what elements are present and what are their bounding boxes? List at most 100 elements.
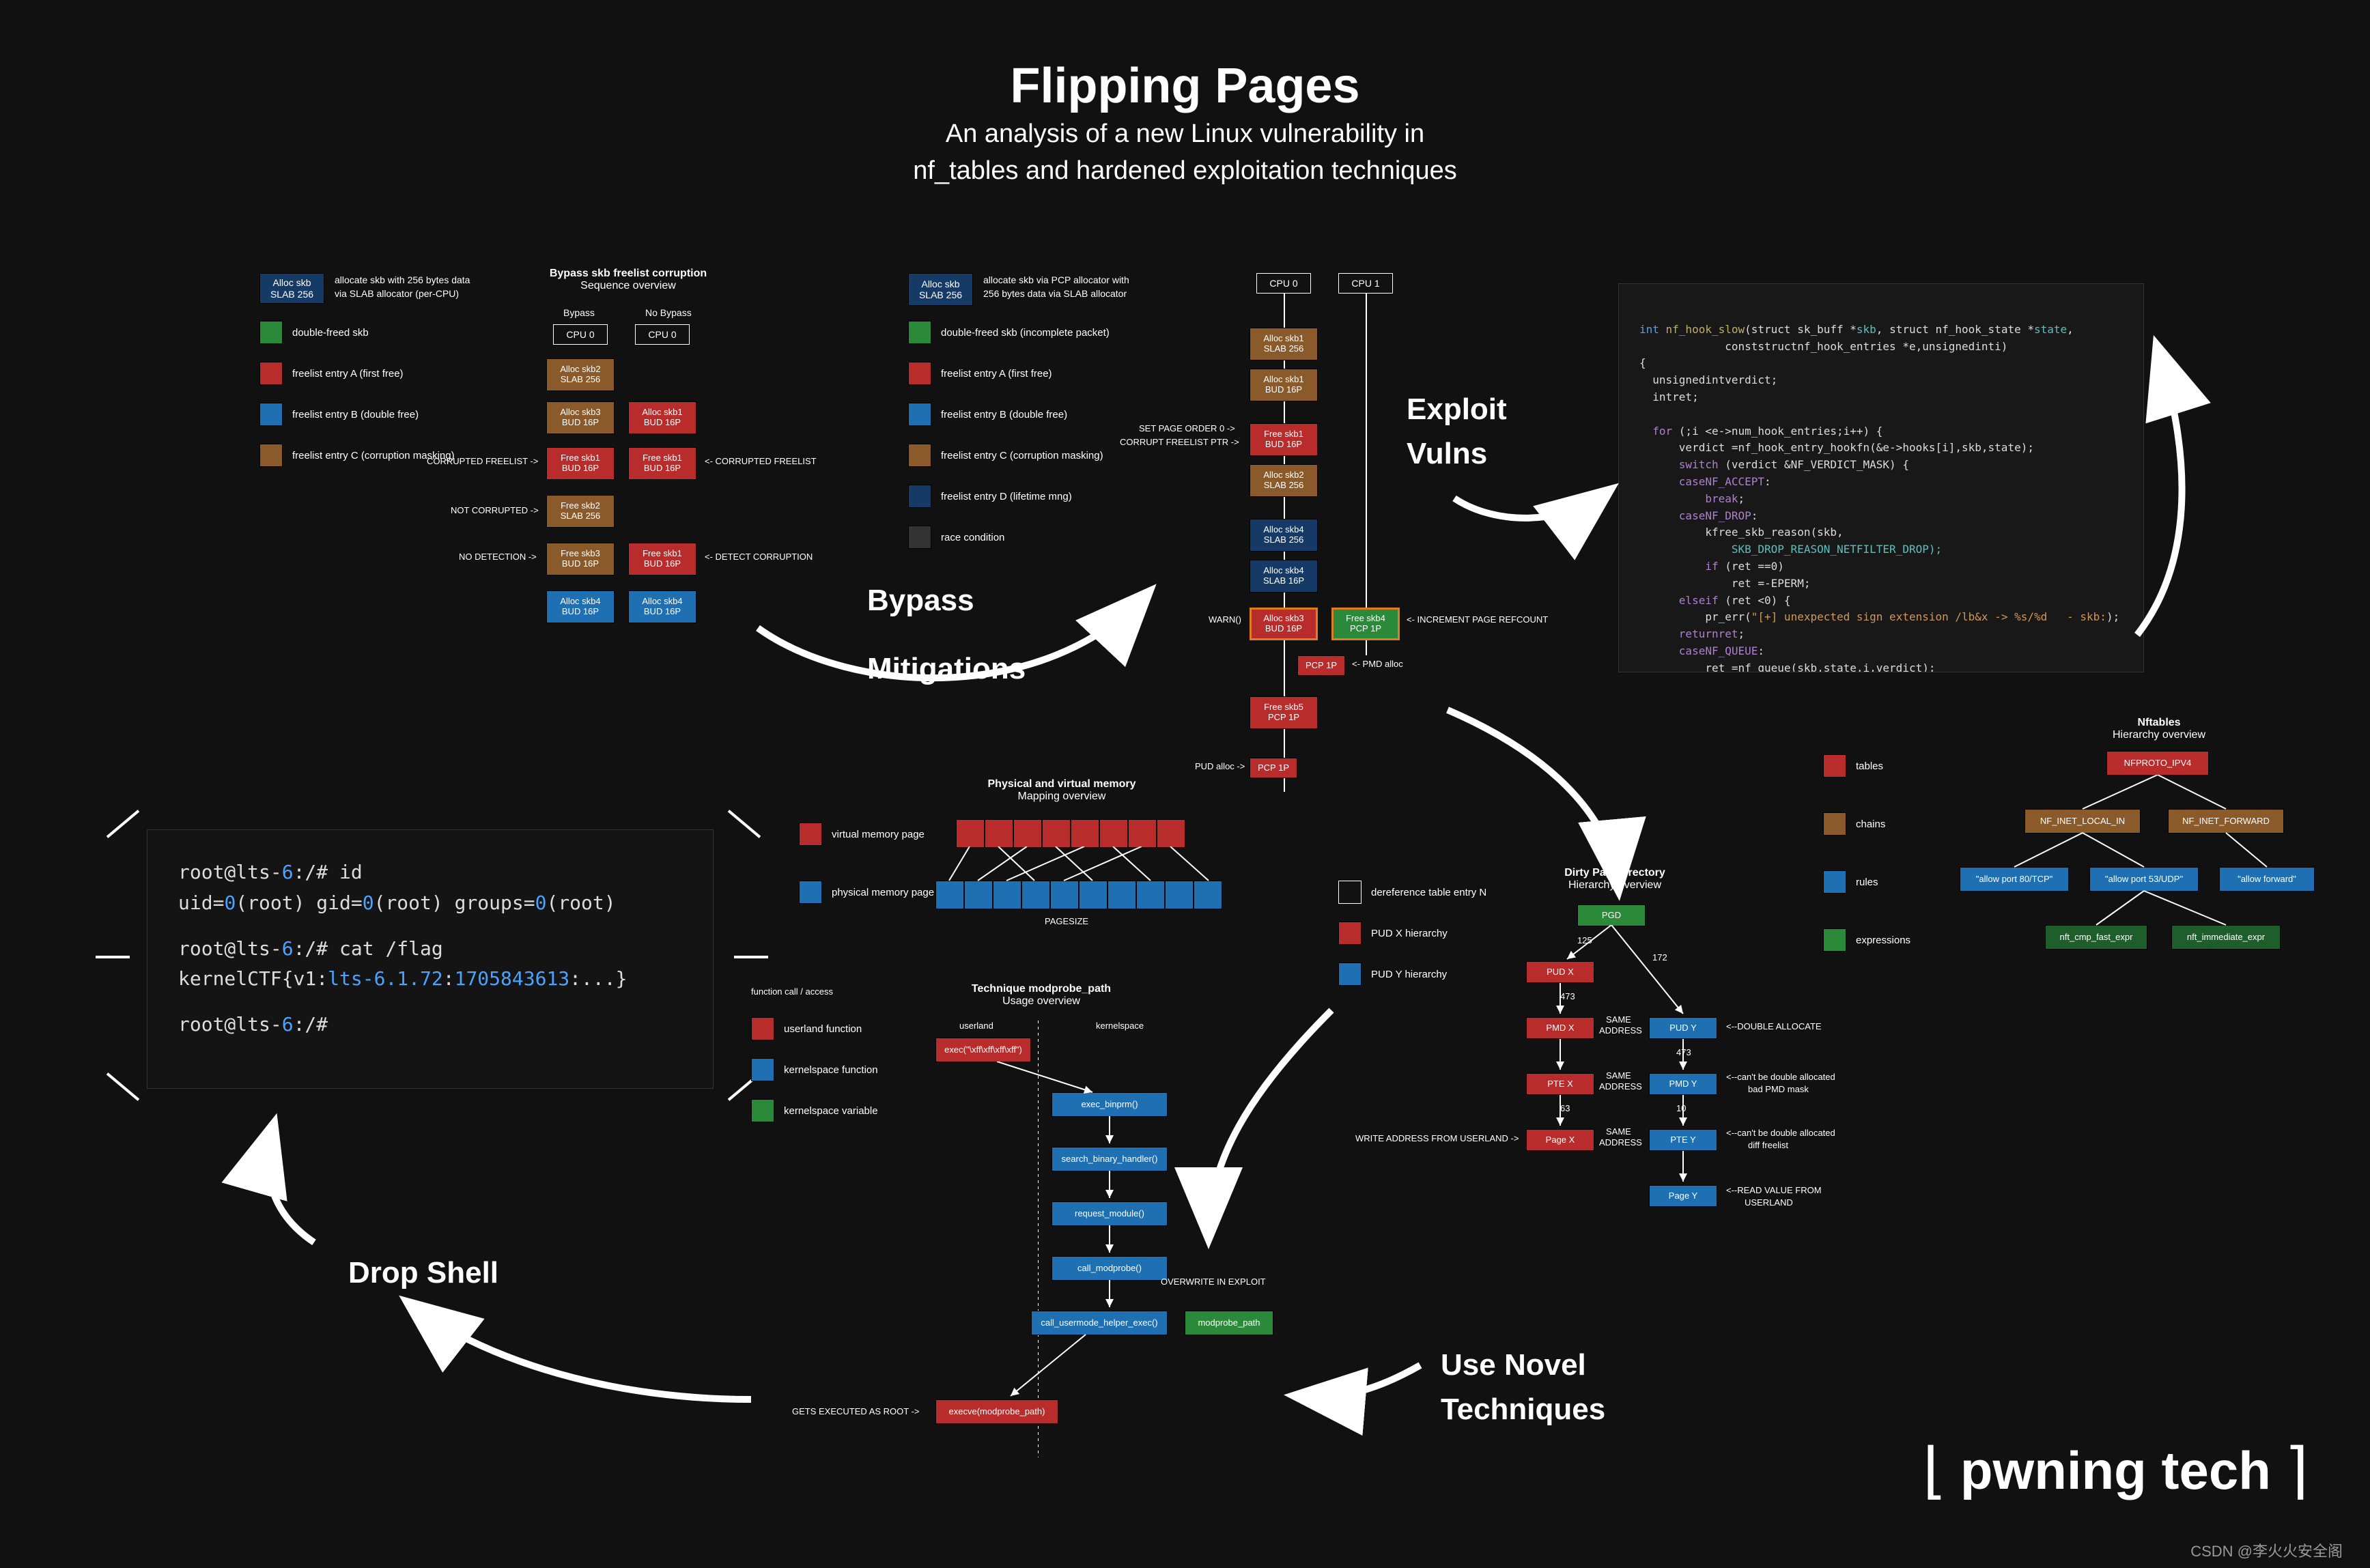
dirty-ptex: PTE X	[1526, 1073, 1594, 1095]
swatch-dark-icon	[908, 526, 931, 549]
p4-l3: <- INCREMENT PAGE REFCOUNT	[1407, 614, 1548, 625]
tech-l3: kernelspace variable	[751, 1099, 878, 1122]
mem-l2: physical memory page	[799, 881, 934, 904]
nft-e2: nft_immediate_expr	[2171, 925, 2281, 950]
p4-axis1	[1366, 294, 1367, 655]
p2-l2: <- CORRUPTED FREELIST	[705, 456, 817, 466]
terminal-line-4: kernelCTF{v1:lts-6.1.72:1705843613:...}	[178, 964, 682, 995]
swatch-blue-icon	[751, 1058, 774, 1081]
swatch-red-icon	[751, 1017, 774, 1040]
p2-n3: Alloc skb4BUD 16P	[628, 590, 696, 623]
p1-row2: freelist entry A (first free)	[259, 362, 404, 385]
terminal-line-5: root@lts-6:/#	[178, 1010, 682, 1040]
p2-b6: Alloc skb4BUD 16P	[546, 590, 615, 623]
deref-l2: PUD X hierarchy	[1338, 922, 1448, 945]
swatch-red-icon	[799, 823, 822, 846]
nft-l1: tables	[1823, 754, 1883, 778]
tech-title: Technique modprobe_pathUsage overview	[949, 983, 1133, 1008]
terminal-line-3: root@lts-6:/# cat /flag	[178, 934, 682, 965]
dirty-125: 125	[1577, 935, 1592, 945]
tech-legtitle: function call / access	[751, 986, 833, 997]
p2-l4: NO DETECTION ->	[459, 552, 537, 562]
swatch-brown-icon	[1823, 812, 1846, 836]
tech-n7: modprobe_path	[1185, 1311, 1273, 1335]
mem-l1: virtual memory page	[799, 823, 925, 846]
title-main: Flipping Pages	[913, 58, 1457, 114]
nft-r3: "allow forward"	[2219, 867, 2315, 892]
swatch-brown-icon	[259, 444, 283, 467]
label-bypass-2: Mitigations	[867, 652, 1026, 686]
dirty-write: WRITE ADDRESS FROM USERLAND ->	[1355, 1133, 1519, 1143]
p3-r6: race condition	[908, 526, 1004, 549]
p2-cpu0a: CPU 0	[553, 324, 608, 345]
dirty-pgd: PGD	[1577, 904, 1646, 926]
dirty-pudy: PUD Y	[1649, 1017, 1717, 1039]
nft-lines	[1960, 775, 2322, 932]
p3-r5: freelist entry D (lifetime mng)	[908, 485, 1072, 508]
p4-h1: Alloc skb3BUD 16P	[1250, 608, 1318, 640]
p4-r2: Free skb5PCP 1P	[1250, 696, 1318, 729]
p2-cpu0b: CPU 0	[635, 324, 690, 345]
dirty-read: <--READ VALUE FROM	[1726, 1185, 1822, 1195]
tech-l1: userland function	[751, 1017, 862, 1040]
p4-r1: Free skb4PCP 1P	[1331, 608, 1400, 640]
tech-n5: call_modprobe()	[1052, 1256, 1168, 1281]
p2-n1: Alloc skb1BUD 16P	[628, 401, 696, 434]
dirty-63: 63	[1560, 1103, 1570, 1113]
spark-icon	[107, 1072, 140, 1101]
p2-n2: Free skb1BUD 16P	[628, 543, 696, 575]
p3-title: Alloc skbSLAB 256	[908, 273, 973, 306]
label-drop: Drop Shell	[348, 1256, 498, 1290]
label-novel-1: Use Novel	[1441, 1348, 1586, 1382]
dirty-dbl: <--DOUBLE ALLOCATE	[1726, 1021, 1822, 1031]
tech-n2: exec_binprm()	[1052, 1092, 1168, 1117]
p1-desc1: allocate skb with 256 bytes data	[335, 274, 470, 285]
swatch-blue-icon	[259, 403, 283, 426]
p2-bypass: Bypass	[563, 307, 595, 318]
nft-n1: NFPROTO_IPV4	[2106, 751, 2209, 775]
tech-l2: kernelspace function	[751, 1058, 878, 1081]
dirty-cant2b: diff freelist	[1748, 1140, 1788, 1150]
spark-icon	[107, 810, 140, 838]
nft-r2: "allow port 53/UDP"	[2089, 867, 2199, 892]
tech-divider	[1038, 1021, 1039, 1457]
swatch-green-icon	[259, 321, 283, 344]
p4-b5: Alloc skb4SLAB 256	[1250, 519, 1318, 552]
swatch-green-icon	[908, 321, 931, 344]
p4-l4: <- PMD alloc	[1352, 659, 1403, 669]
p2-b2: Alloc skb3BUD 16P	[546, 401, 615, 434]
p4-pcp2: PCP 1P	[1250, 758, 1297, 778]
swatch-red-icon	[908, 362, 931, 385]
dirty-ptey: PTE Y	[1649, 1129, 1717, 1151]
swatch-red-icon	[1338, 922, 1362, 945]
nft-title: NftablesHierarchy overview	[2098, 717, 2220, 741]
label-exploit-2: Vulns	[1407, 437, 1487, 471]
p2-nobypass: No Bypass	[645, 307, 692, 318]
tech-col1: userland	[959, 1021, 993, 1031]
p3-r3: freelist entry B (double free)	[908, 403, 1067, 426]
dirty-a2: ADDRESS	[1599, 1081, 1642, 1092]
p4-b2: Alloc skb1BUD 16P	[1250, 369, 1318, 401]
spark-icon	[734, 956, 768, 958]
p4-l2: CORRUPT FREELIST PTR ->	[1120, 437, 1239, 447]
dirty-172: 172	[1652, 952, 1667, 963]
swatch-outline-icon	[1338, 881, 1362, 904]
nft-l3: rules	[1823, 870, 1878, 894]
p3-r1: double-freed skb (incomplete packet)	[908, 321, 1110, 344]
nft-e1: nft_cmp_fast_expr	[2045, 925, 2147, 950]
p3-desc2: 256 bytes data via SLAB allocator	[983, 288, 1127, 299]
nft-n2: NF_INET_LOCAL_IN	[2025, 809, 2141, 833]
tech-n1: exec("\xff\xff\xff\xff")	[935, 1038, 1031, 1062]
p2-l5: <- DETECT CORRUPTION	[705, 552, 813, 562]
swatch-red-icon	[259, 362, 283, 385]
dirty-pudx: PUD X	[1526, 961, 1594, 983]
deref-l3: PUD Y hierarchy	[1338, 963, 1447, 986]
tech-over: OVERWRITE IN EXPLOIT	[1161, 1277, 1266, 1287]
dirty-s2: SAME	[1606, 1070, 1631, 1081]
p1-title: Alloc skbSLAB 256	[259, 273, 324, 304]
p1-desc2: via SLAB allocator (per-CPU)	[335, 288, 459, 299]
dirty-s3: SAME	[1606, 1126, 1631, 1137]
p4-b4: Alloc skb2SLAB 256	[1250, 464, 1318, 497]
dirty-pagex: Page X	[1526, 1129, 1594, 1151]
dirty-pmdy: PMD Y	[1649, 1073, 1717, 1095]
